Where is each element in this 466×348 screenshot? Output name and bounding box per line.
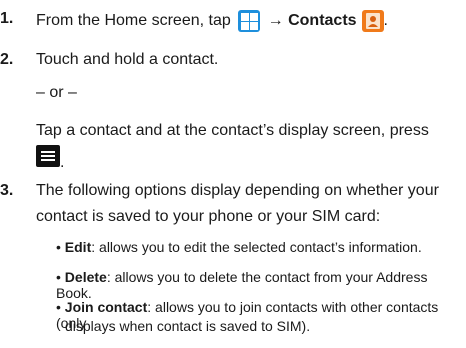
step-1-text-before: From the Home screen, tap <box>36 12 236 30</box>
step-2-alt-line2: . <box>36 145 64 172</box>
step-2-number: 2. <box>0 51 14 68</box>
option-desc-continued: displays when contact is saved to SIM). <box>65 318 311 334</box>
bullet-mark: • <box>56 269 61 285</box>
bullet-mark: • <box>56 299 61 315</box>
step-3-line1: The following options display depending … <box>36 182 439 199</box>
or-separator: – or – <box>36 84 77 101</box>
step-2-alt-text: Tap a contact and at the contact’s displ… <box>36 122 429 139</box>
option-desc: : allows you to edit the selected contac… <box>91 239 422 255</box>
menu-key-icon <box>36 145 60 167</box>
step-1-period: . <box>383 12 388 30</box>
option-label: Edit <box>64 239 92 255</box>
contacts-label: Contacts <box>288 12 357 30</box>
step-3-line2: contact is saved to your phone or your S… <box>36 208 381 225</box>
step-1-number: 1. <box>0 10 14 27</box>
contacts-person-glyph <box>365 13 380 29</box>
option-label: Join contact <box>64 299 148 315</box>
apps-grid-icon <box>238 10 261 32</box>
option-label: Delete <box>64 269 107 285</box>
step-2-text: Touch and hold a contact. <box>36 51 219 68</box>
contacts-app-icon <box>361 10 384 32</box>
instruction-page: 1. From the Home screen, tap → Contacts … <box>0 0 466 348</box>
step-2-alt-period: . <box>60 154 65 171</box>
list-item: • Delete: allows you to delete the conta… <box>56 269 466 301</box>
step-3-number: 3. <box>0 182 14 199</box>
list-item: • Edit: allows you to edit the selected … <box>56 239 422 255</box>
option-desc: : allows you to delete the contact from … <box>56 269 428 301</box>
arrow-symbol: → <box>267 12 284 30</box>
step-1-text: From the Home screen, tap → Contacts . <box>36 10 388 32</box>
bullet-mark: • <box>56 239 61 255</box>
